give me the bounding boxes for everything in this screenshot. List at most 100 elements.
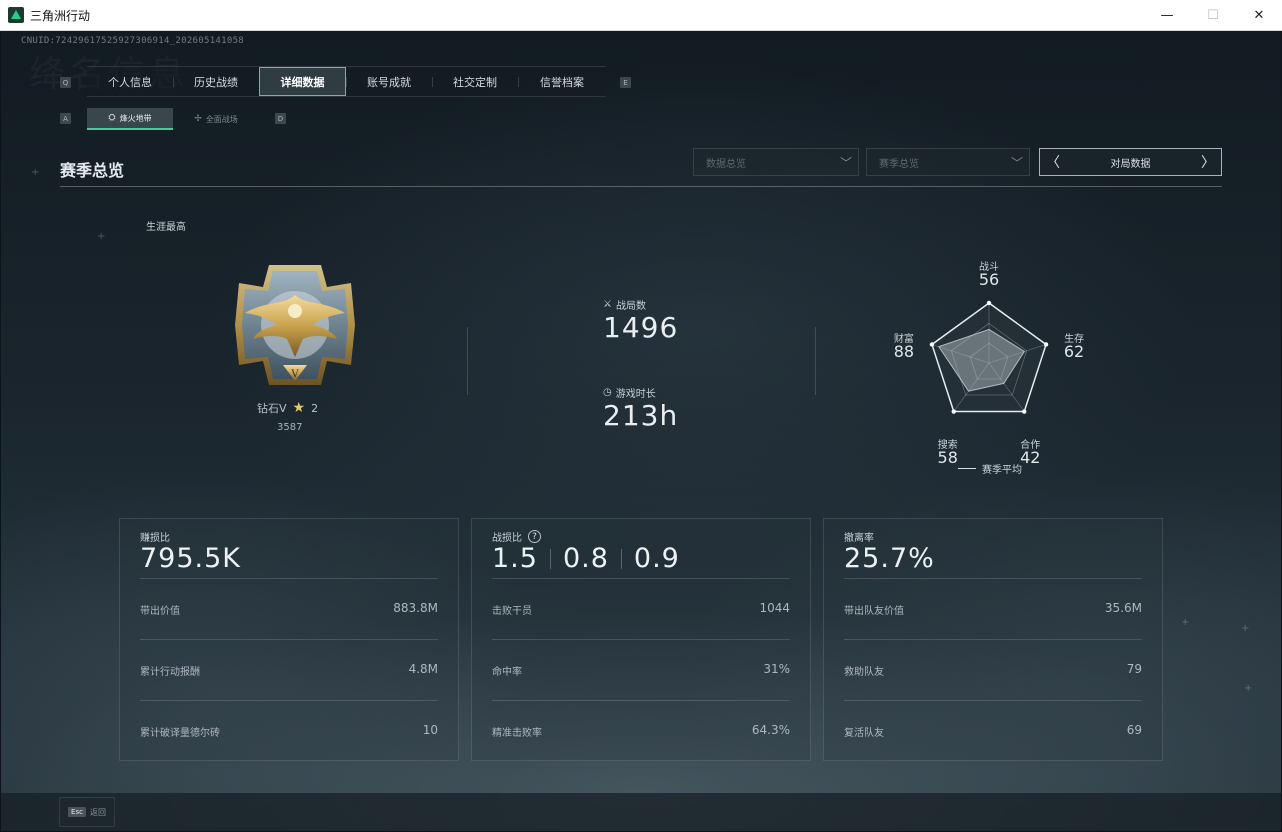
decor-plus-icon: +	[31, 167, 40, 178]
radar-vertex-dot	[986, 300, 992, 306]
subtab-next-key-hint[interactable]: D	[275, 113, 286, 124]
tab-reputation[interactable]: 信誉档案	[518, 67, 606, 96]
radar-vertex-dot	[1022, 409, 1027, 414]
data-overview-dropdown[interactable]: 数据总览 ﹀	[693, 148, 859, 176]
season-overview-dropdown[interactable]: 赛季总览 ﹀	[866, 148, 1030, 176]
column-divider	[815, 327, 816, 395]
playtime-value: 213h	[603, 399, 679, 432]
card-divider	[844, 639, 1142, 640]
row-value: 4.8M	[408, 662, 438, 676]
subtab-prev-key-hint[interactable]: A	[60, 113, 71, 124]
matches-value: 1496	[603, 311, 679, 344]
career-rank: 钻石V ★ 2	[257, 400, 318, 416]
decor-plus-icon: +	[1241, 623, 1250, 634]
svg-text:V: V	[290, 369, 299, 380]
dropdown-value: 数据总览	[706, 158, 746, 170]
career-best-label: 生涯最高	[146, 222, 186, 233]
card-title-text: 战损比	[492, 533, 522, 544]
subtab-label: 全面战场	[205, 114, 238, 124]
card-divider	[492, 639, 790, 640]
subtab-full-warfare[interactable]: ✢ 全面战场	[173, 108, 259, 130]
card-divider	[140, 578, 438, 579]
card-title: 撤离率	[844, 533, 874, 544]
chevron-down-icon: ﹀	[1010, 156, 1023, 170]
tab-achievements[interactable]: 账号成就	[346, 67, 432, 96]
window-titlebar: 三角洲行动 — ☐ ✕	[0, 0, 1282, 31]
card-title: 战损比 ?	[492, 529, 541, 544]
row-value: 79	[1126, 662, 1142, 676]
chevron-left-icon[interactable]: 〈	[1046, 152, 1060, 172]
esc-key-icon: Esc	[68, 807, 86, 817]
dropdown-value: 赛季总览	[879, 158, 919, 170]
tab-prev-key-hint[interactable]: Q	[60, 77, 71, 88]
radar-axis-value: 56	[978, 270, 1000, 289]
tab-personal-info[interactable]: 个人信息	[87, 67, 173, 96]
legend-label: 赛季平均	[982, 465, 1022, 476]
game-viewport: 绛名信息 CNUID:7242961752592730691​4_2026051…	[1, 31, 1281, 831]
tab-next-key-hint[interactable]: E	[620, 77, 631, 88]
chevron-right-icon[interactable]: 〉	[1201, 152, 1215, 172]
clock-icon: ◷	[603, 387, 612, 398]
tab-detailed-data[interactable]: 详细数据	[259, 67, 346, 96]
section-divider	[60, 186, 1222, 187]
matches-label-text: 战局数	[615, 301, 646, 312]
minimize-button[interactable]: —	[1144, 0, 1190, 31]
app-logo-icon	[8, 7, 24, 23]
tab-match-history[interactable]: 历史战绩	[173, 67, 259, 96]
decor-plus-icon: +	[97, 231, 106, 242]
card-main-value: 25.7%	[844, 543, 935, 574]
row-label: 命中率	[492, 667, 522, 678]
playtime-label: ◷ 游戏时长	[603, 385, 656, 400]
player-uid: CNUID:7242961752592730691​4_202605141058	[21, 36, 245, 46]
section-title: 赛季总览	[60, 161, 125, 180]
card-divider	[140, 639, 438, 640]
profit-card: 赚损比 795.5K 带出价值 883.8M 累计行动报酬 4.8M 累计破译量…	[119, 518, 459, 761]
radar-legend: 赛季平均	[958, 461, 1022, 476]
row-value: 35.6M	[1104, 601, 1142, 615]
close-button[interactable]: ✕	[1236, 0, 1282, 31]
row-label: 复活队友	[844, 728, 884, 739]
row-label: 带出价值	[140, 606, 180, 617]
row-value: 69	[1126, 723, 1142, 737]
back-label: 返回	[89, 807, 106, 817]
window-controls: — ☐ ✕	[1144, 0, 1282, 31]
row-value: 64.3%	[751, 723, 790, 737]
selector-value: 对局数据	[1110, 158, 1151, 170]
maximize-button[interactable]: ☐	[1190, 0, 1236, 31]
playtime-label-text: 游戏时长	[615, 389, 656, 400]
decor-plus-icon: +	[1244, 683, 1253, 694]
row-label: 累计行动报酬	[140, 667, 200, 678]
subtab-hazard-zone[interactable]: ⛭ 烽火地带	[87, 108, 173, 130]
back-button[interactable]: Esc 返回	[59, 797, 115, 827]
card-divider	[844, 578, 1142, 579]
row-value: 31%	[763, 662, 790, 676]
match-data-selector: 〈 对局数据 〉	[1039, 148, 1222, 176]
radar-vertex-dot	[1043, 342, 1049, 347]
sub-tab-bar: ⛭ 烽火地带 ✢ 全面战场	[87, 108, 259, 130]
card-divider	[492, 578, 790, 579]
full-warfare-icon: ✢	[194, 114, 202, 124]
hazard-zone-icon: ⛭	[108, 113, 116, 123]
rank-score: 3587	[277, 422, 303, 433]
chevron-down-icon: ﹀	[839, 156, 852, 170]
help-icon[interactable]: ?	[528, 530, 541, 543]
row-value: 1044	[759, 601, 790, 615]
decor-plus-icon: +	[1181, 617, 1190, 628]
row-label: 带出队友价值	[844, 606, 904, 617]
radar-axis-value: 62	[1063, 342, 1085, 362]
extraction-card: 撤离率 25.7% 带出队友价值 35.6M 救助队友 79 复活队友 69	[823, 518, 1163, 761]
kd-values: 1.5 0.8 0.9	[492, 543, 680, 574]
radar-vertex-dot	[929, 342, 935, 347]
row-value: 10	[422, 723, 438, 737]
row-label: 精准击败率	[492, 728, 542, 739]
legend-line-icon	[958, 468, 976, 469]
matches-label: ⚔ 战局数	[603, 297, 646, 312]
crossed-swords-icon: ⚔	[603, 299, 612, 310]
rank-stars: 2	[311, 401, 319, 415]
card-divider	[140, 700, 438, 701]
tab-social-custom[interactable]: 社交定制	[432, 67, 518, 96]
value-separator	[549, 548, 551, 569]
main-tab-bar: 个人信息 历史战绩 详细数据 账号成就 社交定制 信誉档案	[87, 66, 606, 97]
column-divider	[467, 327, 468, 395]
bottom-bar	[1, 793, 1281, 831]
